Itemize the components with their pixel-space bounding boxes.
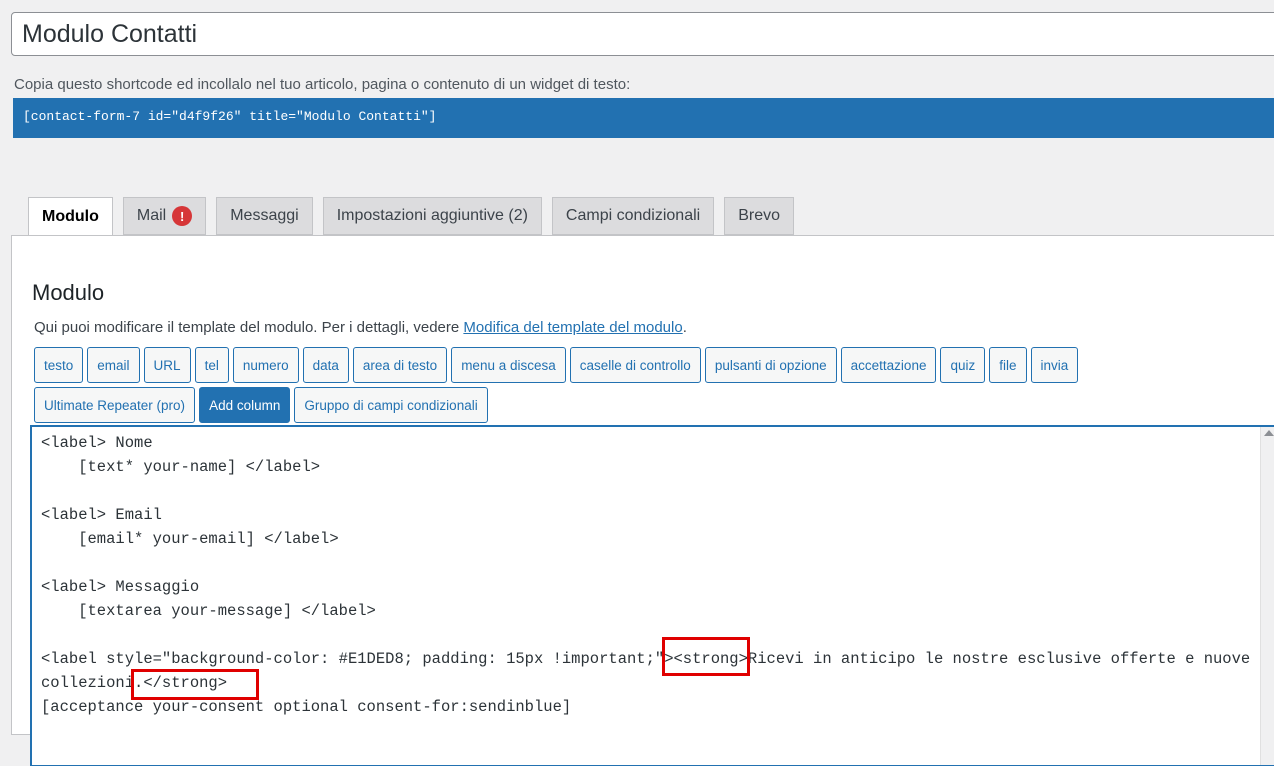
tag-button-area-di-testo[interactable]: area di testo	[352, 347, 448, 383]
tag-button-accettazione[interactable]: accettazione	[840, 347, 937, 383]
tag-button-ultimate-repeater[interactable]: Ultimate Repeater (pro)	[34, 387, 196, 423]
tab-campi-condizionali[interactable]: Campi condizionali	[551, 197, 715, 235]
form-panel: Modulo Qui puoi modificare il template d…	[11, 235, 1274, 766]
tag-button-pulsanti-di-opzione[interactable]: pulsanti di opzione	[704, 347, 837, 383]
highlight-box-strong-open	[662, 637, 750, 676]
tab-brevo[interactable]: Brevo	[724, 197, 795, 235]
tab-label: Mail	[136, 207, 167, 224]
warning-icon: !	[172, 206, 193, 226]
template-docs-link[interactable]: Modifica del template del modulo	[463, 319, 682, 336]
tag-button-caselle-di-controllo[interactable]: caselle di controllo	[569, 347, 701, 383]
code-line: [textarea your-message] </label>	[41, 602, 376, 620]
tag-generator-row-2: Ultimate Repeater (pro) Add column Grupp…	[34, 387, 492, 423]
scroll-up-arrow-icon[interactable]	[1264, 430, 1274, 436]
tab-impostazioni-aggiuntive[interactable]: Impostazioni aggiuntive (2)	[322, 197, 542, 235]
tab-label: Impostazioni aggiuntive (2)	[336, 207, 528, 224]
tab-label: Campi condizionali	[565, 207, 701, 224]
tag-button-invia[interactable]: invia	[1030, 347, 1079, 383]
editor-scrollbar[interactable]	[1260, 427, 1274, 765]
shortcode-field[interactable]: [contact-form-7 id="d4f9f26" title="Modu…	[13, 98, 1274, 138]
tab-label: Brevo	[738, 207, 781, 224]
tag-button-tel[interactable]: tel	[194, 347, 229, 383]
add-column-button[interactable]: Add column	[199, 387, 291, 423]
tab-messaggi[interactable]: Messaggi	[216, 197, 313, 235]
tab-label: Modulo	[42, 207, 99, 225]
tag-button-data[interactable]: data	[302, 347, 349, 383]
editor-tabs: Modulo Mail ! Messaggi Impostazioni aggi…	[28, 197, 804, 236]
code-line: <label style="background-color: #E1DED8;…	[41, 650, 1251, 668]
tag-generator-row-1: testo email URL tel numero data area di …	[34, 347, 1082, 383]
tag-button-menu-a-discesa[interactable]: menu a discesa	[451, 347, 566, 383]
panel-description: Qui puoi modificare il template del modu…	[34, 319, 687, 336]
tag-button-email[interactable]: email	[87, 347, 140, 383]
description-end: .	[682, 319, 687, 336]
code-line: <label> Email	[41, 506, 162, 524]
code-line: <label> Messaggio	[41, 578, 200, 596]
tag-button-gruppo-campi-condizionali[interactable]: Gruppo di campi condizionali	[294, 387, 488, 423]
description-text: Qui puoi modificare il template del modu…	[34, 319, 464, 336]
shortcode-hint: Copia questo shortcode ed incollalo nel …	[14, 76, 631, 93]
tab-mail[interactable]: Mail !	[122, 197, 207, 235]
tag-button-testo[interactable]: testo	[34, 347, 84, 383]
code-line: [text* your-name] </label>	[41, 458, 321, 476]
tag-button-quiz[interactable]: quiz	[940, 347, 986, 383]
tag-button-numero[interactable]: numero	[232, 347, 299, 383]
tag-button-url[interactable]: URL	[143, 347, 191, 383]
tab-modulo[interactable]: Modulo	[28, 197, 113, 236]
tab-label: Messaggi	[230, 207, 299, 224]
form-title-input[interactable]: Modulo Contatti	[11, 12, 1274, 56]
panel-title: Modulo	[32, 280, 105, 305]
code-line: [acceptance your-consent optional consen…	[41, 698, 572, 716]
form-template-editor[interactable]: <label> Nome [text* your-name] </label> …	[31, 426, 1274, 766]
highlight-box-strong-close	[131, 669, 259, 700]
code-line: <label> Nome	[41, 434, 153, 452]
code-line: [email* your-email] </label>	[41, 530, 339, 548]
tag-button-file[interactable]: file	[989, 347, 1027, 383]
